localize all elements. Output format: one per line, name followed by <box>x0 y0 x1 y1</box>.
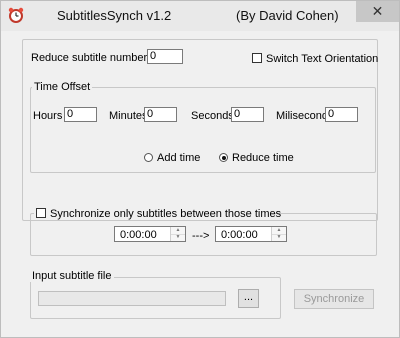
seconds-input[interactable]: 0 <box>231 107 264 122</box>
switch-orientation-label: Switch Text Orientation <box>266 53 379 65</box>
minutes-label: Minutes <box>109 110 148 122</box>
browse-button[interactable]: ... <box>238 289 259 308</box>
time-offset-group <box>30 87 376 173</box>
sync-range-checkbox[interactable] <box>36 208 46 218</box>
reduce-time-radio[interactable] <box>219 153 228 162</box>
add-time-label: Add time <box>157 152 201 164</box>
add-time-radio[interactable] <box>144 153 153 162</box>
close-icon: ✕ <box>371 3 384 19</box>
hours-label: Hours <box>33 110 63 122</box>
reduce-label: Reduce subtitle number by: <box>31 52 165 64</box>
synchronize-button[interactable]: Synchronize <box>294 289 374 309</box>
to-time-spinner[interactable]: 0:00:00 ▲ ▼ <box>215 226 287 242</box>
minutes-input[interactable]: 0 <box>144 107 177 122</box>
input-file-legend: Input subtitle file <box>30 270 114 282</box>
hours-input[interactable]: 0 <box>64 107 97 122</box>
time-offset-legend: Time Offset <box>32 81 93 93</box>
window-author: (By David Cohen) <box>236 8 339 23</box>
close-button[interactable]: ✕ <box>356 1 399 22</box>
app-window: SubtitlesSynch v1.2 (By David Cohen) ✕ R… <box>0 0 400 338</box>
spin-down-icon[interactable]: ▼ <box>171 234 185 241</box>
seconds-label: Seconds <box>191 110 234 122</box>
to-time-value: 0:00:00 <box>221 229 258 241</box>
from-time-value: 0:00:00 <box>120 229 157 241</box>
spin-down-icon[interactable]: ▼ <box>272 234 286 241</box>
range-arrow-text: ---> <box>192 230 210 242</box>
reduce-input[interactable]: 0 <box>147 49 183 64</box>
to-time-arrows[interactable]: ▲ ▼ <box>271 227 286 241</box>
input-file-path[interactable] <box>38 291 226 306</box>
alarm-clock-icon <box>7 6 25 24</box>
title-bar[interactable]: SubtitlesSynch v1.2 (By David Cohen) ✕ <box>1 1 399 31</box>
from-time-spinner[interactable]: 0:00:00 ▲ ▼ <box>114 226 186 242</box>
switch-orientation-checkbox[interactable] <box>252 53 262 63</box>
from-time-arrows[interactable]: ▲ ▼ <box>170 227 185 241</box>
window-title: SubtitlesSynch v1.2 <box>57 8 172 23</box>
sync-range-label: Synchronize only subtitles between those… <box>50 208 282 220</box>
reduce-time-label: Reduce time <box>232 152 294 164</box>
miliseconds-input[interactable]: 0 <box>325 107 358 122</box>
